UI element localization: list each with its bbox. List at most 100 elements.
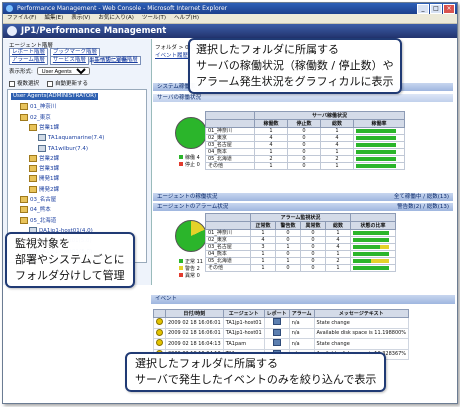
table-cell: 4 xyxy=(254,134,288,142)
col-header xyxy=(153,309,166,318)
ratio-bar xyxy=(356,135,396,140)
menu-item-2[interactable]: 表示(V) xyxy=(71,14,90,23)
table-cell: 1 xyxy=(254,162,288,170)
tab-event-history[interactable]: イベント履歴 xyxy=(155,51,188,59)
warning-icon xyxy=(156,318,163,325)
server-status-pie xyxy=(175,117,207,149)
refresh-link[interactable]: 最新情報に更新 xyxy=(89,56,128,64)
menu-item-4[interactable]: ツール(T) xyxy=(142,14,166,23)
callout-events: 選択したフォルダに所属する サーバで発生したイベントのみを絞り込んで表示 xyxy=(125,352,387,392)
table-row: 02_東京 4 0 0 4 xyxy=(205,236,396,244)
folder-icon xyxy=(29,165,37,173)
tree-folder-node[interactable]: 02_東京 xyxy=(20,113,51,122)
multi-select-checkbox[interactable]: 複数選択 xyxy=(9,79,39,87)
table-row: その他 1 0 1 xyxy=(205,162,405,170)
tree-folder-node[interactable]: 開発1課 xyxy=(29,175,59,183)
table-cell: 0 xyxy=(300,236,326,244)
alarm-status-pie xyxy=(175,220,207,252)
folder-icon xyxy=(29,175,37,183)
tree-folder-node[interactable]: 営業1課 xyxy=(29,123,59,132)
hierarchy-tab[interactable]: サービス階層 xyxy=(49,56,89,65)
tree-root-node[interactable]: User Agents(ADMINISTRATOR) xyxy=(11,93,99,100)
table-cell: 1 xyxy=(325,264,351,272)
menu-item-0[interactable]: ファイル(F) xyxy=(7,14,36,23)
tree-folder-node[interactable]: 03_名古屋 xyxy=(20,196,56,204)
table-cell: 2 xyxy=(254,155,288,163)
tree-agent-node[interactable]: TA1wilbur(7.4) xyxy=(38,144,88,153)
warning-icon xyxy=(156,339,163,346)
ok-bar xyxy=(353,230,389,235)
callout-folders: 監視対象を 部署やシステムごとに フォルダ分けして管理 xyxy=(5,232,135,288)
tree-folder-node[interactable]: 01_神奈川 xyxy=(20,103,56,111)
table-cell: 1 xyxy=(325,250,351,258)
report-icon xyxy=(272,318,281,325)
auto-refresh-checkbox[interactable]: 自動更新する xyxy=(47,79,88,87)
col-header: 日付/時刻 xyxy=(165,309,224,318)
server-icon xyxy=(38,134,46,142)
col-header: 稼働数 xyxy=(254,119,288,128)
server-status-table: サーバ稼働状況 稼働数 停止数 総数 稼働率 01_神奈川 1 0 1 02_東京 4 0 4 03_名古… xyxy=(205,111,405,170)
table-cell: 04_熊本 xyxy=(205,250,251,258)
alarm-status-header[interactable]: エージェントのアラーム状況 警告数(2) / 総数(13) xyxy=(153,203,453,211)
table-cell: 1 xyxy=(320,162,354,170)
title-bar: Performance Management - Web Console - M… xyxy=(3,3,457,14)
folder-icon xyxy=(29,185,37,193)
tree-options: 複数選択 自動更新する xyxy=(9,79,88,87)
table-cell: 0 xyxy=(300,264,326,272)
table-cell: 1 xyxy=(254,148,288,156)
window-controls: _ □ × xyxy=(417,4,455,14)
table-cell: 02_東京 xyxy=(205,134,255,142)
folder-icon xyxy=(20,206,28,214)
ratio-bar xyxy=(356,156,396,161)
menu-item-1[interactable]: 編集(E) xyxy=(44,14,63,23)
folder-icon xyxy=(20,103,28,111)
menu-item-5[interactable]: ヘルプ(H) xyxy=(174,14,199,23)
close-icon[interactable]: × xyxy=(443,4,455,14)
maximize-icon[interactable]: □ xyxy=(430,4,442,14)
tree-agent-node[interactable]: TA1aquamarine(7.4) xyxy=(38,134,104,142)
col-header: 警告数 xyxy=(275,221,301,230)
tree-folder-node[interactable]: 開発2課 xyxy=(29,185,59,194)
table-cell: 01_神奈川 xyxy=(205,229,251,237)
col-header xyxy=(205,119,255,128)
table-cell: 4 xyxy=(325,236,351,244)
ok-bar xyxy=(353,265,389,270)
col-header: 正常数 xyxy=(250,221,276,230)
event-row[interactable]: 2009 02 18 16:04:13 TA1pam n/a State change xyxy=(153,338,410,350)
table-cell: 2 xyxy=(320,155,354,163)
hierarchy-tab[interactable]: アラーム階層 xyxy=(9,56,48,65)
event-row[interactable]: 2009 02 18 16:06:01 TA1jp1-host01 n/a State… xyxy=(153,317,410,329)
event-row[interactable]: 2009 02 18 16:06:01 TA1jp1-host01 n/a Avail… xyxy=(153,327,410,339)
events-header[interactable]: イベント xyxy=(151,295,455,304)
display-format-select[interactable]: User Agents xyxy=(36,67,90,75)
col-header: メッセージテキスト xyxy=(313,309,410,318)
tree-folder-node[interactable]: 営業3課 xyxy=(29,165,59,173)
display-format: 表示形式: User Agents xyxy=(9,67,90,76)
col-header: レポート xyxy=(263,309,290,318)
table-cell: 0 xyxy=(300,229,326,237)
col-header xyxy=(205,221,251,230)
table-cell: 04_熊本 xyxy=(205,148,255,156)
tree-folder-node[interactable]: 営業2課 xyxy=(29,154,59,163)
folder-icon xyxy=(29,123,37,131)
col-header: 総数 xyxy=(325,221,351,230)
table-cell: 0 xyxy=(287,148,321,156)
tree-folder-node[interactable]: 05_北海道 xyxy=(20,216,56,225)
app-title: JP1/Performance Management xyxy=(21,26,167,36)
table-row: 05_北海道 2 0 2 xyxy=(205,155,405,163)
report-icon xyxy=(272,328,281,336)
col-header: 異常数 xyxy=(300,221,326,230)
ratio-bar xyxy=(356,163,396,168)
menu-item-3[interactable]: お気に入り(A) xyxy=(98,14,134,23)
server-icon xyxy=(38,144,46,152)
minimize-icon[interactable]: _ xyxy=(417,4,429,14)
table-cell: 0 xyxy=(287,141,321,149)
table-row: 01_神奈川 1 0 1 xyxy=(205,127,405,135)
table-cell: 1 xyxy=(250,250,276,258)
ratio-bar xyxy=(356,142,396,147)
server-status-header[interactable]: サーバの稼働状況 xyxy=(153,94,453,102)
tree-folder-node[interactable]: 04_熊本 xyxy=(20,206,51,214)
agent-status-header[interactable]: エージェントの稼働状況 全て稼働中 / 総数(13) xyxy=(153,193,453,201)
callout-dashboard: 選択したフォルダに所属する サーバの稼働状況（稼働数 / 停止数）や アラーム発生状… xyxy=(188,38,402,94)
table-cell: 0 xyxy=(287,162,321,170)
